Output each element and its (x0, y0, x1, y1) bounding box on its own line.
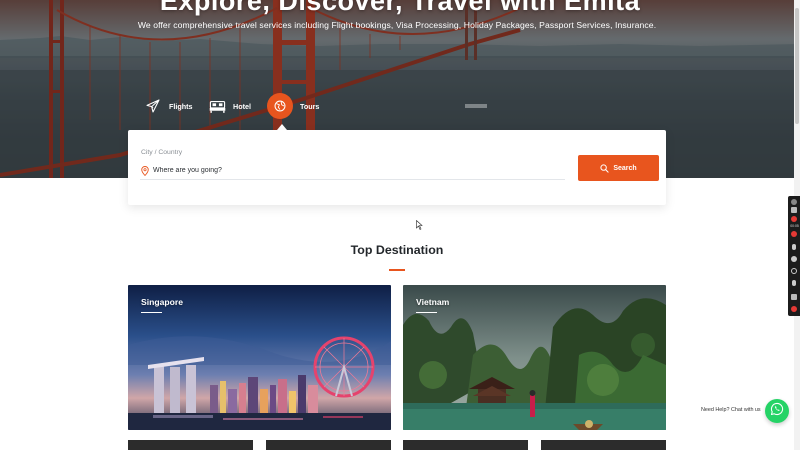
destination-card-vietnam[interactable]: Vietnam (403, 285, 666, 430)
mouse-cursor-icon (416, 217, 423, 235)
destination-name-underline (141, 312, 162, 314)
speaker-icon[interactable] (791, 256, 797, 262)
chat-help-label: Need Help? Chat with us (701, 407, 761, 413)
webcam-icon[interactable] (791, 268, 797, 274)
destination-card-singapore[interactable]: Singapore (128, 285, 391, 430)
destination-name-underline (416, 312, 437, 314)
destination-card[interactable] (128, 440, 253, 450)
search-icon (600, 163, 609, 173)
search-button[interactable]: Search (578, 155, 659, 181)
search-button-label: Search (613, 164, 637, 172)
pen-icon[interactable] (792, 280, 796, 286)
settings-icon[interactable] (791, 306, 797, 312)
tab-flights[interactable]: Flights (139, 92, 193, 120)
microphone-icon[interactable] (792, 244, 796, 250)
tab-flights-label: Flights (169, 101, 193, 111)
camera-icon[interactable] (791, 207, 797, 213)
record-icon[interactable] (791, 216, 797, 222)
destination-field-label: City / Country (141, 149, 183, 156)
location-pin-icon (140, 165, 150, 177)
destination-card[interactable] (403, 440, 528, 450)
record-timer: 00:05 (790, 224, 799, 228)
folder-icon[interactable] (791, 294, 797, 300)
tab-tours-label: Tours (300, 101, 320, 111)
screen-recorder-panel: 00:05 (788, 196, 800, 316)
destination-name: Vietnam (416, 297, 450, 307)
tab-hotel-label: Hotel (233, 101, 251, 111)
tab-tours[interactable]: Tours (267, 92, 319, 120)
stop-icon[interactable] (791, 231, 797, 237)
destination-card[interactable] (266, 440, 391, 450)
whatsapp-chat-button[interactable] (765, 399, 789, 423)
page-scrollbar-thumb[interactable] (795, 8, 799, 124)
search-card: City / Country Search (128, 130, 666, 205)
destination-input[interactable] (153, 167, 553, 174)
whatsapp-icon (770, 402, 784, 421)
bed-icon (203, 92, 231, 120)
airplane-icon (139, 92, 167, 120)
section-title: Top Destination (350, 243, 444, 257)
map-icon (267, 93, 293, 119)
menu-icon[interactable] (791, 199, 797, 205)
section-title-underline (389, 269, 405, 271)
destination-card[interactable] (541, 440, 666, 450)
hero-title: Explore, Discover, Travel with Emita (159, 0, 641, 16)
destination-name: Singapore (141, 297, 184, 307)
destination-field (140, 162, 565, 180)
hero-subtitle: We offer comprehensive travel services i… (137, 20, 657, 30)
tab-hotel[interactable]: Hotel (203, 92, 251, 120)
